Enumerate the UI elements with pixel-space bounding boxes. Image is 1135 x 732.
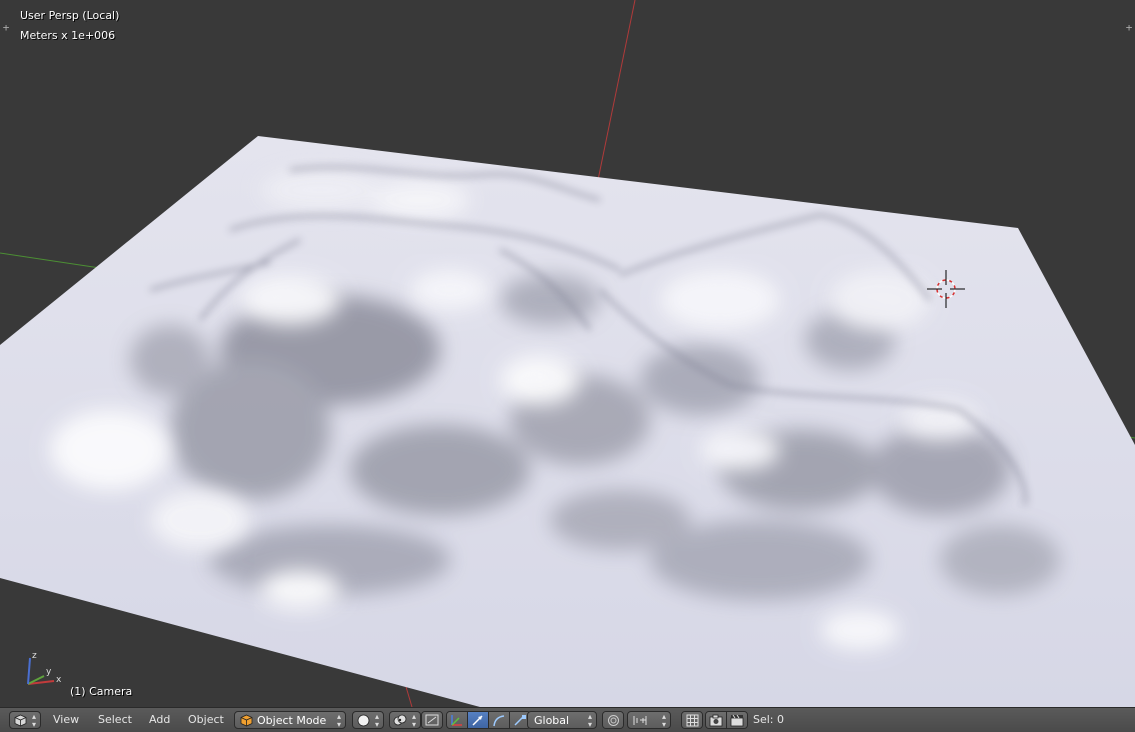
render-group bbox=[705, 711, 748, 729]
y-axis-line bbox=[0, 252, 101, 269]
blender-window: x y z User Persp (Local) Meters x 1e+006… bbox=[0, 0, 1135, 732]
units-label: Meters x 1e+006 bbox=[20, 29, 116, 42]
snap-grid-icon bbox=[686, 714, 698, 726]
render-opengl-still-button[interactable] bbox=[706, 712, 727, 728]
menu-view[interactable]: View bbox=[47, 711, 85, 729]
rotate-arrow-icon bbox=[472, 714, 483, 726]
clapperboard-icon bbox=[730, 714, 744, 726]
camera-icon bbox=[709, 714, 723, 726]
up-down-arrows-icon: ▴ ▾ bbox=[587, 712, 592, 729]
viewport-header: ▴ ▾ View Select Add Object Object Mode ▴ ▾… bbox=[0, 707, 1135, 732]
translate-arrows-icon bbox=[451, 714, 462, 726]
rotate-manipulator-button[interactable] bbox=[468, 712, 489, 728]
object-mode-cube-icon bbox=[240, 714, 253, 727]
axis-gizmo-icon: x y z bbox=[27, 651, 62, 685]
snap-group bbox=[681, 711, 703, 729]
svg-text:z: z bbox=[32, 651, 37, 661]
scale-handle-icon bbox=[514, 714, 526, 726]
layer-group bbox=[602, 711, 624, 729]
layer-circle-icon bbox=[607, 714, 619, 726]
curve-arc-icon bbox=[493, 714, 505, 726]
pivot-point-icon bbox=[393, 714, 407, 726]
menu-add[interactable]: Add bbox=[143, 711, 176, 729]
up-down-arrows-icon: ▴ ▾ bbox=[374, 712, 379, 729]
region-expand-right-icon[interactable]: + bbox=[1123, 22, 1135, 34]
transform-manipulators-group bbox=[446, 711, 531, 729]
editor-type-selector[interactable]: ▴ ▾ bbox=[9, 711, 41, 729]
up-down-arrows-icon: ▴ ▾ bbox=[31, 712, 36, 729]
manipulator-group bbox=[421, 711, 443, 729]
terrain-scene[interactable]: x y z bbox=[0, 0, 1135, 707]
menu-select[interactable]: Select bbox=[92, 711, 138, 729]
layer-button[interactable] bbox=[603, 712, 623, 728]
x-axis-line bbox=[597, 0, 636, 181]
active-object-label: (1) Camera bbox=[70, 685, 133, 698]
curve-manipulator-button[interactable] bbox=[489, 712, 510, 728]
selection-status: Sel: 0 bbox=[753, 713, 785, 726]
solid-sphere-icon bbox=[357, 714, 370, 727]
up-down-arrows-icon: ▴ ▾ bbox=[336, 712, 341, 729]
region-expand-left-icon[interactable]: + bbox=[0, 22, 12, 34]
menu-object[interactable]: Object bbox=[182, 711, 230, 729]
viewport-shading-selector[interactable]: ▴ ▾ bbox=[352, 711, 384, 729]
view-name-label: User Persp (Local) bbox=[20, 9, 120, 22]
proportional-falloff-icon bbox=[633, 716, 647, 725]
3d-viewport[interactable]: x y z User Persp (Local) Meters x 1e+006… bbox=[0, 0, 1135, 707]
render-opengl-animation-button[interactable] bbox=[727, 712, 747, 728]
manipulator-toggle[interactable] bbox=[422, 712, 442, 728]
manipulator-icon bbox=[425, 714, 439, 726]
up-down-arrows-icon: ▴ ▾ bbox=[661, 712, 666, 729]
transform-orientation-selector[interactable]: Global ▴ ▾ bbox=[527, 711, 597, 729]
svg-text:y: y bbox=[46, 667, 52, 677]
mode-label: Object Mode bbox=[257, 714, 327, 727]
snap-element-button[interactable] bbox=[682, 712, 702, 728]
cube-icon bbox=[14, 714, 27, 727]
transform-orientation-label: Global bbox=[534, 714, 570, 727]
up-down-arrows-icon: ▴ ▾ bbox=[411, 712, 416, 729]
pivot-point-selector[interactable]: ▴ ▾ bbox=[389, 711, 421, 729]
mode-selector[interactable]: Object Mode ▴ ▾ bbox=[234, 711, 346, 729]
svg-text:x: x bbox=[56, 675, 62, 685]
proportional-editing-selector[interactable]: ▴ ▾ bbox=[627, 711, 671, 729]
translate-manipulator-button[interactable] bbox=[447, 712, 468, 728]
